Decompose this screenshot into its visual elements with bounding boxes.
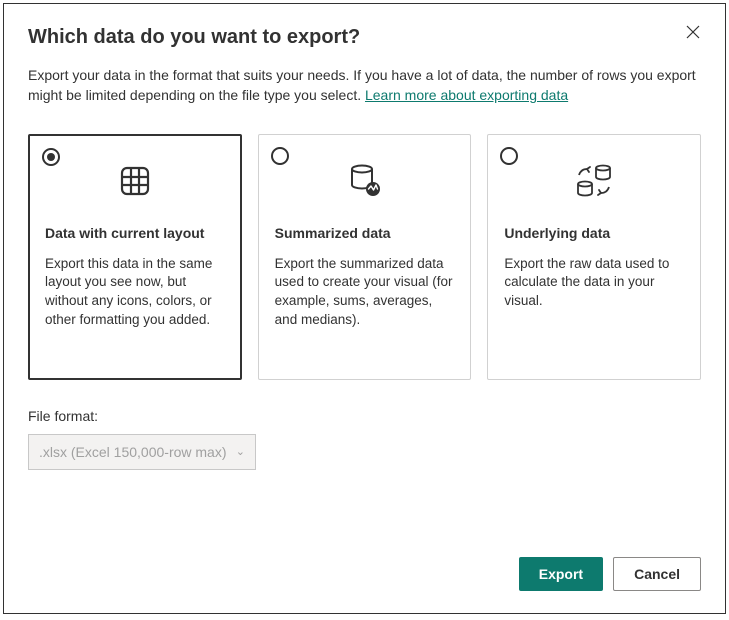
option-title: Data with current layout: [45, 225, 225, 241]
option-title: Underlying data: [504, 225, 684, 241]
grid-icon: [45, 161, 225, 201]
chevron-down-icon: ⌄: [236, 445, 245, 458]
file-format-label: File format:: [28, 408, 701, 424]
option-underlying[interactable]: Underlying data Export the raw data used…: [487, 134, 701, 380]
option-summarized[interactable]: Summarized data Export the summarized da…: [258, 134, 472, 380]
file-format-value: .xlsx (Excel 150,000-row max): [39, 444, 227, 460]
dialog-footer: Export Cancel: [519, 557, 701, 591]
radio-summarized[interactable]: [271, 147, 289, 165]
database-summary-icon: [275, 161, 455, 201]
option-title: Summarized data: [275, 225, 455, 241]
learn-more-link[interactable]: Learn more about exporting data: [365, 87, 568, 103]
option-description: Export the summarized data used to creat…: [275, 255, 455, 331]
option-current-layout[interactable]: Data with current layout Export this dat…: [28, 134, 242, 380]
close-button[interactable]: [679, 18, 707, 46]
database-sync-icon: [504, 161, 684, 201]
radio-underlying[interactable]: [500, 147, 518, 165]
export-dialog: Which data do you want to export? Export…: [3, 3, 726, 614]
dialog-description: Export your data in the format that suit…: [28, 65, 701, 106]
cancel-button[interactable]: Cancel: [613, 557, 701, 591]
dialog-title: Which data do you want to export?: [28, 26, 701, 49]
export-options: Data with current layout Export this dat…: [28, 134, 701, 380]
option-description: Export the raw data used to calculate th…: [504, 255, 684, 312]
export-button[interactable]: Export: [519, 557, 603, 591]
close-icon: [686, 25, 700, 39]
radio-current-layout[interactable]: [42, 148, 60, 166]
description-text: Export your data in the format that suit…: [28, 67, 696, 103]
file-format-select[interactable]: .xlsx (Excel 150,000-row max) ⌄: [28, 434, 256, 470]
option-description: Export this data in the same layout you …: [45, 255, 225, 331]
